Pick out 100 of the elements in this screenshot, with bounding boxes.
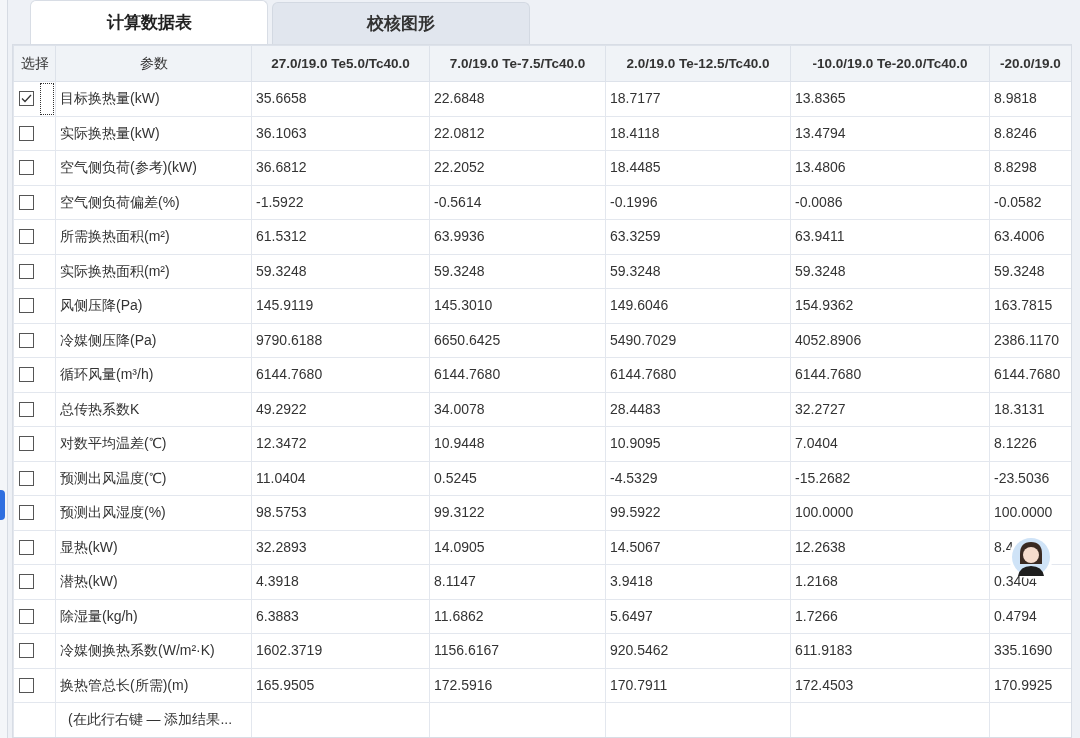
row-checkbox[interactable] [19, 194, 34, 210]
parameter-name: 目标换热量(kW) [60, 90, 160, 107]
table-cell: 4052.8906 [795, 331, 862, 348]
row-checkbox[interactable] [19, 263, 34, 279]
hint-text: (在此行右键 — 添加结果... [68, 711, 233, 728]
table-cell: 145.9119 [256, 297, 314, 314]
tab[interactable]: 计算数据表 [30, 0, 268, 44]
parameter-name: 冷媒侧换热系数(W/m²·K) [60, 642, 215, 659]
tab[interactable]: 校核图形 [272, 2, 530, 44]
table-cell: 611.9183 [795, 642, 853, 659]
table-cell: 10.9095 [610, 435, 661, 452]
table-cell: 12.3472 [256, 435, 307, 452]
table-cell: 172.4503 [795, 676, 854, 693]
table-cell: 49.2922 [256, 400, 307, 417]
parameter-name: 实际换热面积(m²) [60, 262, 170, 279]
row-checkbox[interactable] [19, 160, 34, 176]
table-cell: 22.0812 [434, 124, 485, 141]
table-cell: 11.0404 [256, 469, 306, 486]
table-cell: 32.2893 [256, 538, 307, 555]
column-header: 27.0/19.0 Te5.0/Tc40.0 [271, 55, 410, 71]
row-checkbox[interactable] [19, 401, 34, 417]
parameter-name: 潜热(kW) [60, 573, 118, 590]
row-checkbox[interactable] [19, 91, 34, 107]
table-cell: 170.7911 [610, 676, 668, 693]
parameter-name: 空气侧负荷(参考)(kW) [60, 159, 197, 176]
table-cell: 59.3248 [434, 262, 485, 279]
table-cell: 170.9925 [994, 676, 1053, 693]
column-header: -20.0/19.0 [1000, 55, 1061, 71]
table-cell: -15.2682 [795, 469, 851, 486]
table-cell: -0.0086 [795, 193, 843, 210]
table-cell: 18.3131 [994, 400, 1045, 417]
row-checkbox[interactable] [19, 229, 34, 245]
table-cell: 100.0000 [994, 504, 1053, 521]
row-checkbox[interactable] [19, 298, 34, 314]
check-icon [21, 94, 32, 104]
row-checkbox[interactable] [19, 436, 34, 452]
table-cell: 8.9818 [994, 90, 1037, 107]
parameter-name: 冷媒侧压降(Pa) [60, 331, 157, 348]
row-checkbox[interactable] [19, 470, 34, 486]
row-checkbox[interactable] [19, 332, 34, 348]
row-checkbox[interactable] [19, 367, 34, 383]
table-cell: 8.8246 [994, 124, 1037, 141]
row-checkbox[interactable] [19, 574, 34, 590]
parameter-name: 显热(kW) [60, 538, 118, 555]
table-cell: 165.9505 [256, 676, 315, 693]
table-cell: 8.8298 [994, 159, 1037, 176]
table-cell: 145.3010 [434, 297, 493, 314]
parameter-name: 对数平均温差(℃) [60, 435, 167, 452]
row-checkbox[interactable] [19, 505, 34, 521]
parameter-name: 预测出风湿度(%) [60, 504, 166, 521]
sidebar-indicator [0, 490, 5, 520]
table-cell: 59.3248 [795, 262, 846, 279]
table-cell: 5490.7029 [610, 331, 677, 348]
table-cell: 22.2052 [434, 159, 485, 176]
table-cell: 18.4118 [610, 124, 660, 141]
row-checkbox[interactable] [19, 125, 34, 141]
column-header: -10.0/19.0 Te-20.0/Tc40.0 [812, 55, 968, 71]
parameter-name: 循环风量(m³/h) [60, 366, 154, 383]
table-cell: 6144.7680 [795, 366, 862, 383]
table-cell: 59.3248 [994, 262, 1045, 279]
table-cell: 98.5753 [256, 504, 307, 521]
table-cell: 9790.6188 [256, 331, 323, 348]
parameter-name: 实际换热量(kW) [60, 124, 160, 141]
table-cell: 6144.7680 [610, 366, 677, 383]
table-cell: 8.1226 [994, 435, 1037, 452]
table-cell: 7.0404 [795, 435, 838, 452]
row-checkbox[interactable] [19, 608, 34, 624]
table-cell: 6650.6425 [434, 331, 501, 348]
table-cell: 10.9448 [434, 435, 485, 452]
column-header: 7.0/19.0 Te-7.5/Tc40.0 [449, 55, 586, 71]
table-cell: 61.5312 [256, 228, 307, 245]
table-cell: 8.1147 [434, 573, 476, 590]
table-cell: 35.6658 [256, 90, 307, 107]
table-cell: 163.7815 [994, 297, 1053, 314]
table-cell: 13.4794 [795, 124, 846, 141]
table-cell: 335.1690 [994, 642, 1053, 659]
table-cell: 28.4483 [610, 400, 661, 417]
table-cell: 63.9411 [795, 228, 845, 245]
table-cell: 920.5462 [610, 642, 669, 659]
table-cell: 1.2168 [795, 573, 838, 590]
table-cell: 1156.6167 [434, 642, 500, 659]
column-header: 参数 [139, 55, 168, 71]
table-cell: 14.5067 [610, 538, 661, 555]
row-checkbox[interactable] [19, 677, 34, 693]
table-cell: 0.4794 [994, 607, 1037, 624]
table-cell: 99.3122 [434, 504, 485, 521]
parameter-name: 除湿量(kg/h) [60, 607, 138, 624]
table-cell: 6144.7680 [434, 366, 501, 383]
table-cell: -4.5329 [610, 469, 658, 486]
row-checkbox[interactable] [19, 539, 34, 555]
table-cell: 3.9418 [610, 573, 653, 590]
table-cell: -0.1996 [610, 193, 658, 210]
table-cell: 172.5916 [434, 676, 493, 693]
table-cell: 22.6848 [434, 90, 485, 107]
table-cell: 99.5922 [610, 504, 661, 521]
parameter-name: 预测出风温度(℃) [60, 469, 167, 486]
table-cell: 154.9362 [795, 297, 854, 314]
table-cell: 63.4006 [994, 228, 1045, 245]
row-checkbox[interactable] [19, 643, 34, 659]
parameter-name: 所需换热面积(m²) [60, 228, 170, 245]
